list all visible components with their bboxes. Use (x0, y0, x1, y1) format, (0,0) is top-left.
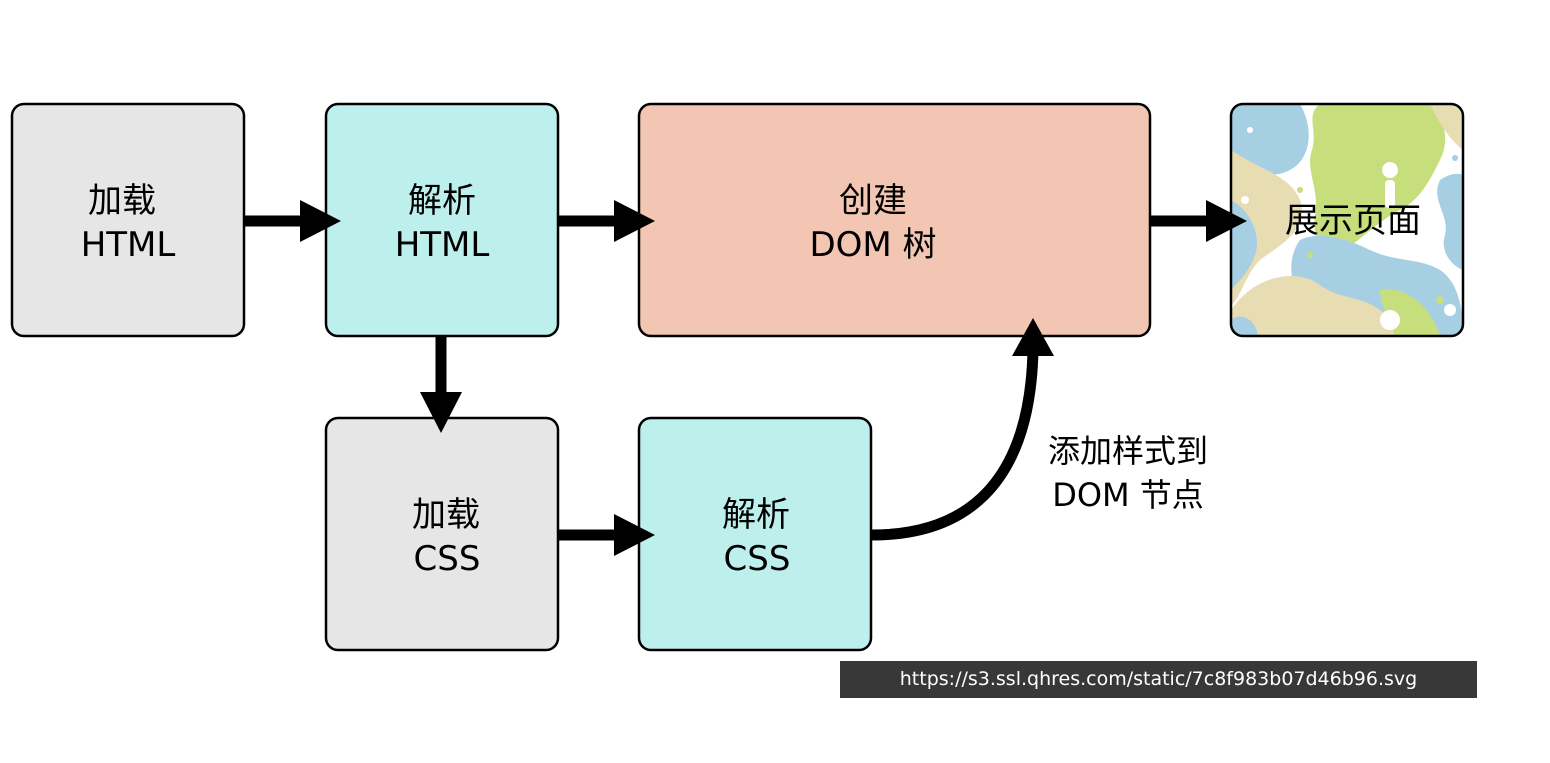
edge-label-line-1: 添加样式到 (1048, 432, 1208, 470)
node-load-html-label-2: HTML (81, 225, 176, 265)
node-create-dom-label-2: DOM 树 (809, 225, 936, 265)
source-url-caption: https://s3.ssl.qhres.com/static/7c8f983b… (840, 661, 1477, 698)
arrow-parse-css-to-create-dom (871, 318, 1054, 541)
node-load-html-label-1: 加载 (88, 181, 156, 221)
node-parse-css: 解析 CSS (637, 416, 873, 652)
node-parse-html: 解析 HTML (324, 102, 560, 338)
node-show-page: 展示页面 (1229, 102, 1465, 338)
node-parse-html-label-1: 解析 (408, 181, 476, 221)
edge-label-line-2: DOM 节点 (1052, 476, 1204, 514)
node-load-css-label-2: CSS (414, 539, 481, 579)
node-parse-css-label-1: 解析 (722, 495, 790, 535)
node-create-dom: 创建 DOM 树 (637, 102, 1152, 338)
edge-label-style-to-dom: 添加样式到 DOM 节点 (1048, 432, 1208, 514)
node-parse-html-label-2: HTML (395, 225, 490, 265)
node-show-page-label: 展示页面 (1285, 201, 1421, 241)
node-load-css-label-1: 加载 (412, 495, 480, 535)
flow-diagram: 加载 HTML 解析 HTML 创建 DOM 树 展示页面 加载 CSS 解析 … (10, 102, 1465, 652)
node-load-html: 加载 HTML (10, 102, 246, 338)
node-parse-css-label-2: CSS (724, 539, 791, 579)
node-create-dom-label-1: 创建 (839, 181, 907, 221)
node-load-css: 加载 CSS (324, 416, 560, 652)
